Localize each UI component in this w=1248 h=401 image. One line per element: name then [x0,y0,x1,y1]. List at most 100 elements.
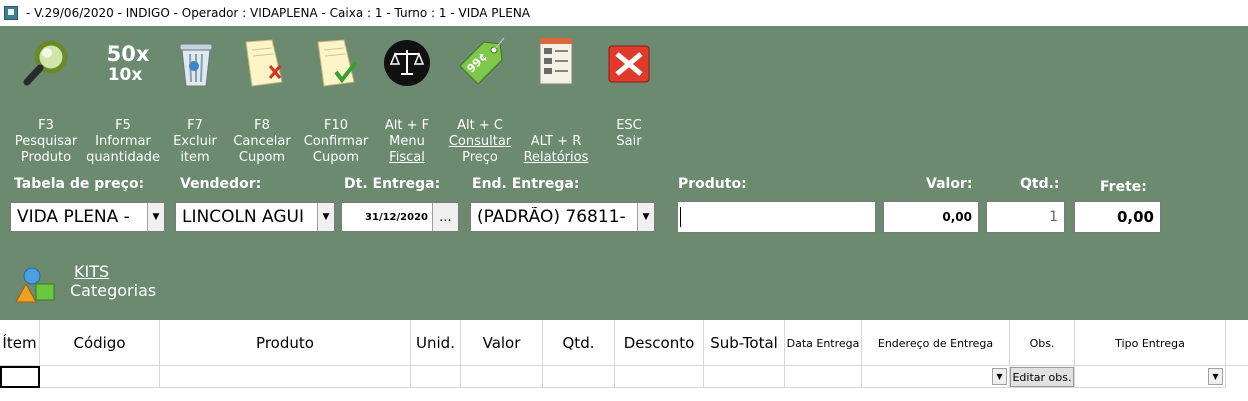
toolbar-line1: Confirmar [303,134,369,149]
col-delivery-type[interactable]: Tipo Entrega [1075,320,1226,366]
quantity-icon: 50x 10x [102,36,154,90]
cell-delivery-type[interactable]: ▼ [1075,366,1226,388]
delete-item-button[interactable]: F7 Excluir item [164,26,226,166]
cell-qty[interactable] [543,366,615,388]
cancel-document-icon [245,39,283,87]
categories-label: Categorias [70,281,157,300]
items-grid-header: Ítem Código Produto Unid. Valor Qtd. Des… [0,320,1248,366]
cell-delivery-address[interactable]: ▼ [862,366,1010,388]
shapes-icon [15,267,55,303]
toolbar-key: F7 [187,118,203,133]
col-obs[interactable]: Obs. [1010,320,1075,366]
chevron-down-icon[interactable]: ▼ [992,368,1007,385]
cell-item[interactable] [0,366,40,388]
exit-icon [608,45,650,83]
toolbar-line1: Pesquisar [14,134,78,149]
delivery-date-value: 31/12/2020 [365,211,428,223]
quantity-label: Qtd.: [1020,176,1060,192]
quantity-icon-top: 50x [106,42,150,66]
chevron-down-icon[interactable]: ▼ [1208,368,1223,385]
col-delivery-address[interactable]: Endereço de Entrega [862,320,1010,366]
col-value[interactable]: Valor [461,320,543,366]
cell-discount[interactable] [615,366,704,388]
toolbar-line2: quantidade [86,150,160,165]
delivery-address-value: (PADRÃO) 76811- [477,207,626,227]
scales-icon [384,40,430,86]
toolbar-line2: item [180,150,210,165]
toolbar-line1: Menu [389,134,425,149]
value-value: 0,00 [942,210,972,224]
price-check-button[interactable]: 99¢ Alt + C Consultar Preço [444,26,516,166]
delivery-address-label: End. Entrega: [472,176,580,192]
text-cursor [680,207,681,227]
freight-label: Frete: [1100,179,1147,195]
toolbar-key: F5 [115,118,131,133]
delivery-date-field[interactable]: 31/12/2020 ... [341,202,459,232]
fiscal-menu-button[interactable]: Alt + F Menu Fiscal [376,26,438,166]
cell-product[interactable] [160,366,411,388]
cell-subtotal[interactable] [704,366,785,388]
toolbar-key: Alt + F [384,118,430,133]
trash-icon [179,43,213,87]
col-delivery-date[interactable]: Data Entrega [785,320,862,366]
confirm-document-icon [317,39,358,87]
value-input[interactable]: 0,00 [883,201,979,233]
price-table-select[interactable]: VIDA PLENA - ▼ [10,202,165,232]
seller-select[interactable]: LINCOLN AGUI ▼ [175,202,335,232]
cell-delivery-date[interactable] [785,366,862,388]
product-input[interactable] [677,201,876,233]
toolbar-line2: Produto [20,150,72,165]
chevron-down-icon[interactable]: ▼ [637,203,654,231]
col-code[interactable]: Código [40,320,160,366]
chevron-down-icon[interactable]: ▼ [317,203,334,231]
magnifier-icon [23,40,68,86]
price-tag-icon: 99¢ [454,36,506,90]
cell-code[interactable] [40,366,160,388]
app-icon [4,6,18,20]
delivery-address-select[interactable]: (PADRÃO) 76811- ▼ [470,202,655,232]
toolbar-line2: Preço [462,150,498,165]
col-subtotal[interactable]: Sub-Total [704,320,785,366]
cell-value[interactable] [461,366,543,388]
toolbar-key: ESC [616,118,642,133]
quantity-input[interactable]: 1 [986,201,1065,233]
report-icon [539,38,573,85]
col-discount[interactable]: Desconto [615,320,704,366]
toolbar-key: F8 [254,118,270,133]
toolbar-key: ALT + R [530,134,582,149]
toolbar-key: Alt + C [457,118,503,133]
delivery-date-label: Dt. Entrega: [344,176,441,192]
col-item[interactable]: Ítem [0,320,40,366]
seller-label: Vendedor: [180,176,262,192]
cancel-coupon-button[interactable]: F8 Cancelar Cupom [228,26,296,166]
exit-button[interactable]: ESC Sair [598,26,660,166]
toolbar-panel: F3 Pesquisar Produto 50x 10x F5 Informar… [0,26,1248,320]
toolbar-line1: Consultar [448,134,512,149]
window-title: - V.29/06/2020 - INDIGO - Operador : VID… [26,6,530,20]
quantity-button[interactable]: 50x 10x F5 Informar quantidade [84,26,162,166]
price-table-value: VIDA PLENA - [17,207,130,227]
date-picker-button[interactable]: ... [432,203,458,231]
confirm-coupon-button[interactable]: F10 Confirmar Cupom [300,26,372,166]
seller-value: LINCOLN AGUI [182,207,305,227]
toolbar-line2: Cupom [312,150,360,165]
search-product-button[interactable]: F3 Pesquisar Produto [0,26,92,166]
edit-obs-button[interactable]: Editar obs. [1010,367,1074,387]
quantity-value: 1 [1049,209,1058,225]
freight-input[interactable]: 0,00 [1074,201,1161,233]
toolbar-line1: Informar [95,134,151,149]
toolbar-line1: Sair [616,134,642,149]
kits-label: KITS [74,262,110,281]
col-qty[interactable]: Qtd. [543,320,615,366]
reports-button[interactable]: ALT + R Relatórios [520,26,592,166]
toolbar-line1: Relatórios [523,150,589,165]
col-unit[interactable]: Unid. [411,320,461,366]
chevron-down-icon[interactable]: ▼ [147,203,164,231]
col-product[interactable]: Produto [160,320,411,366]
cell-unit[interactable] [411,366,461,388]
toolbar-key: F3 [38,118,54,133]
value-label: Valor: [926,176,973,192]
kits-categories-button[interactable]: KITS Categorias [12,262,162,306]
title-bar: - V.29/06/2020 - INDIGO - Operador : VID… [0,0,1248,26]
price-table-label: Tabela de preço: [14,176,145,192]
